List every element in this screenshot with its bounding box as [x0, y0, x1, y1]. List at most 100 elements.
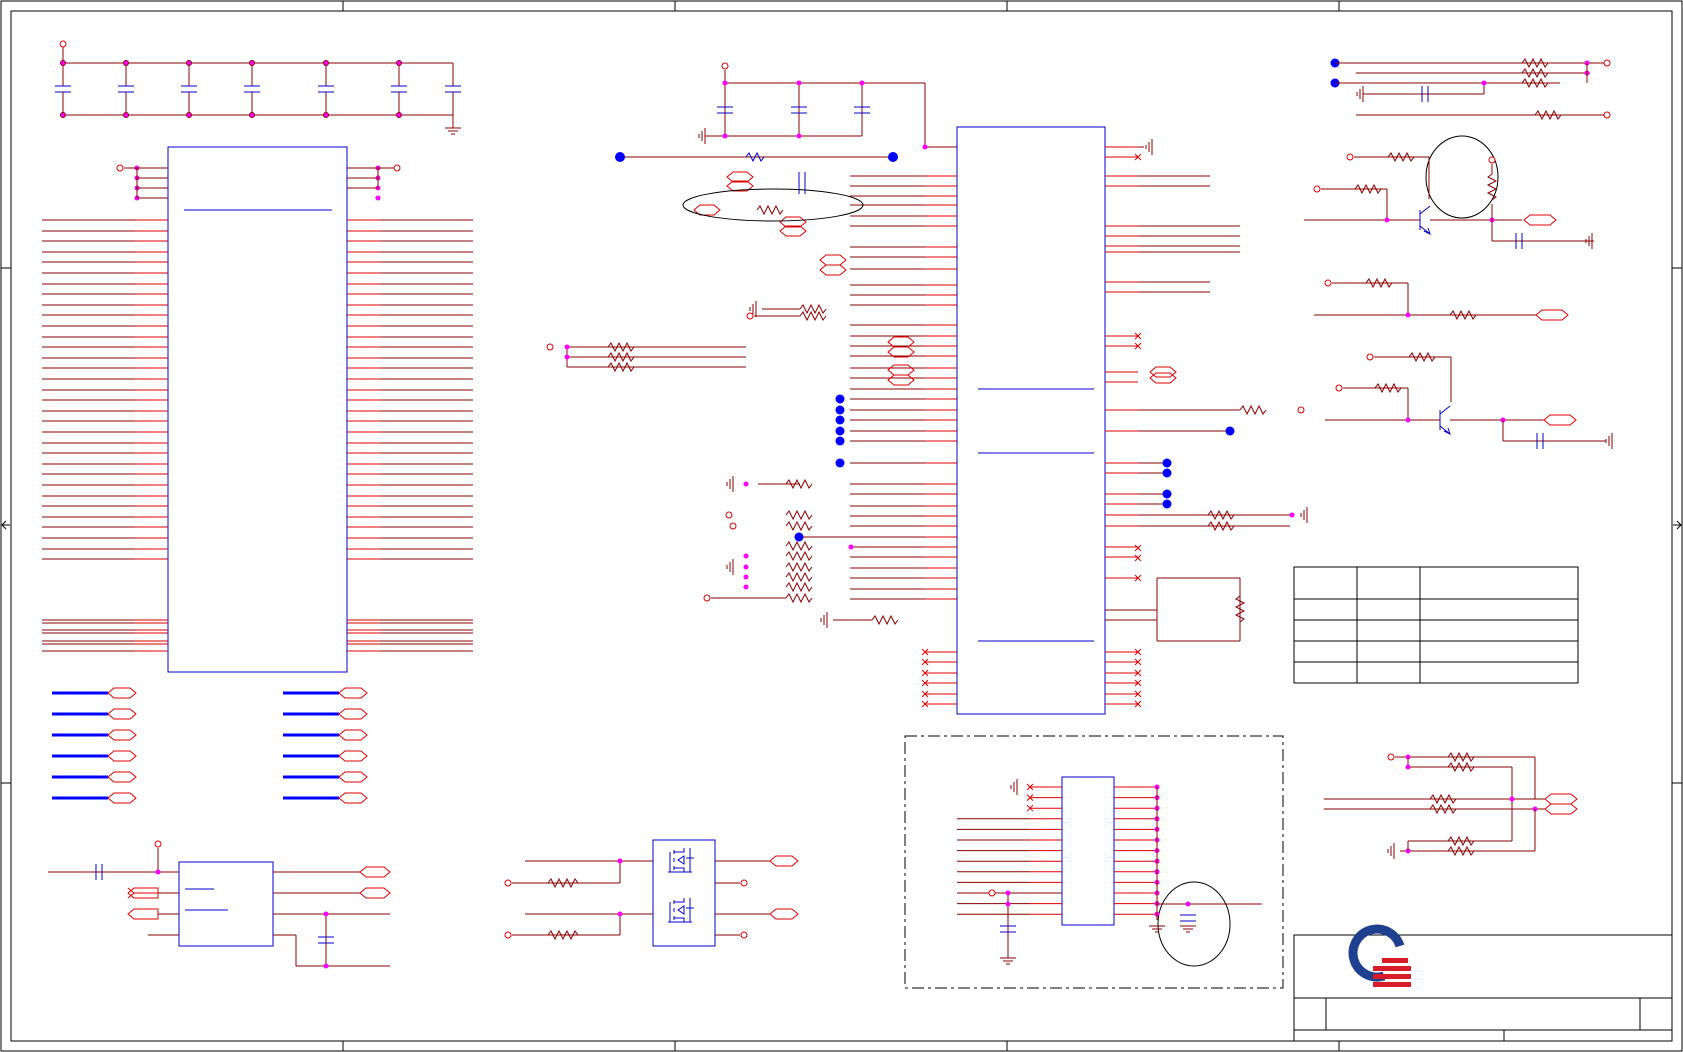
junction-dot: [617, 858, 623, 864]
net-port: [819, 254, 847, 266]
net-port: [338, 792, 368, 804]
net-port: [1544, 803, 1578, 815]
power-port: [703, 594, 711, 602]
ground-symbol: [1145, 139, 1153, 155]
junction-dot: [564, 354, 570, 360]
net-port: [338, 687, 368, 699]
net-port: [338, 729, 368, 741]
capacitor: [717, 106, 870, 114]
junction-dot: [722, 80, 728, 86]
power-port: [1297, 406, 1305, 414]
junction-dot: [564, 344, 570, 350]
blue-terminal: [1162, 458, 1172, 468]
resistor: [785, 581, 813, 593]
power-port: [1488, 156, 1496, 164]
junction-dot: [323, 60, 329, 66]
junction-dot: [186, 112, 192, 118]
net-port: [107, 687, 137, 699]
junction-dot: [743, 553, 749, 559]
power-port: [988, 889, 996, 897]
junction-dot: [375, 195, 381, 201]
resistor: [1239, 404, 1267, 416]
resistor: [785, 520, 813, 532]
power-port: [746, 312, 754, 320]
resistor: [785, 509, 813, 521]
junction-dot: [1405, 417, 1411, 423]
connector-pins-left: [42, 165, 381, 652]
net-port: [1149, 366, 1177, 378]
net-port: [1149, 372, 1177, 384]
net-port: [107, 729, 137, 741]
net-port: [338, 771, 368, 783]
blue-terminal: [835, 458, 845, 468]
connector-pins-right: [347, 219, 473, 652]
junction-dot: [323, 963, 329, 969]
junction-dot: [743, 564, 749, 570]
power-port: [546, 343, 554, 351]
resistor: [1486, 173, 1498, 201]
blue-terminal: [1225, 426, 1235, 436]
junction-dot: [617, 911, 623, 917]
power-port: [1366, 353, 1374, 361]
ground-symbol: [1000, 957, 1016, 965]
net-port: [107, 792, 137, 804]
main-ic-body: [956, 126, 1106, 715]
junction-dot: [1289, 512, 1295, 518]
junction-dot: [1384, 217, 1390, 223]
no-connect-mark: [1134, 544, 1142, 552]
resistor: [799, 303, 827, 315]
decoupling-cap-row: [55, 45, 461, 128]
junction-dot: [186, 60, 192, 66]
resistor: [799, 310, 827, 322]
power-port: [721, 62, 729, 70]
net-port-group: [769, 855, 799, 920]
ground-symbol: [1387, 843, 1395, 859]
ground-symbol: [1180, 925, 1196, 933]
center-decoupling: [705, 70, 957, 148]
ground-symbol: [1300, 507, 1308, 523]
bus-net-ports: [52, 687, 368, 804]
junction-dot: [249, 60, 255, 66]
junction-dot: [123, 112, 129, 118]
ground-symbol: [726, 559, 734, 575]
ground-symbol: [726, 476, 734, 492]
transistor-symbol: [1419, 205, 1431, 235]
power-port: [504, 931, 512, 939]
blue-terminal: [835, 426, 845, 436]
highlight-ellipse: [1157, 881, 1231, 967]
ground-symbol: [1149, 925, 1165, 933]
junction-dot: [796, 80, 802, 86]
resistor: [871, 614, 899, 626]
transistor-symbol: [1439, 405, 1451, 435]
ground-symbol: [1010, 779, 1018, 795]
power-port: [1603, 59, 1611, 67]
net-port: [1523, 214, 1557, 226]
net-port: [1535, 309, 1569, 321]
resistor: [785, 540, 813, 552]
net-port: [107, 771, 137, 783]
connector-power-pins: [124, 167, 394, 199]
junction-dot: [1185, 901, 1191, 907]
junction-dot: [1405, 312, 1411, 318]
mosfet-wiring: [512, 860, 770, 936]
power-port: [393, 164, 401, 172]
right-side-circuits: [1304, 57, 1613, 859]
blue-terminal: [835, 394, 845, 404]
junction-dot: [743, 584, 749, 590]
schematic-sheet: [0, 0, 1683, 1052]
junction-dot: [796, 133, 802, 139]
power-port: [154, 840, 162, 848]
junction-dot: [922, 144, 928, 150]
blue-terminal: [794, 532, 804, 542]
junction-dot: [323, 112, 329, 118]
company-logo: [1348, 924, 1411, 987]
small-ic-body: [178, 861, 274, 947]
ground-symbol: [698, 128, 706, 144]
power-port: [725, 511, 733, 519]
blue-terminal: [615, 152, 625, 162]
junction-dot: [1481, 80, 1487, 86]
main-ic-pins: [546, 139, 1308, 708]
resistor: [785, 561, 813, 573]
optional-section-outline: [904, 735, 1284, 989]
power-port: [740, 931, 748, 939]
